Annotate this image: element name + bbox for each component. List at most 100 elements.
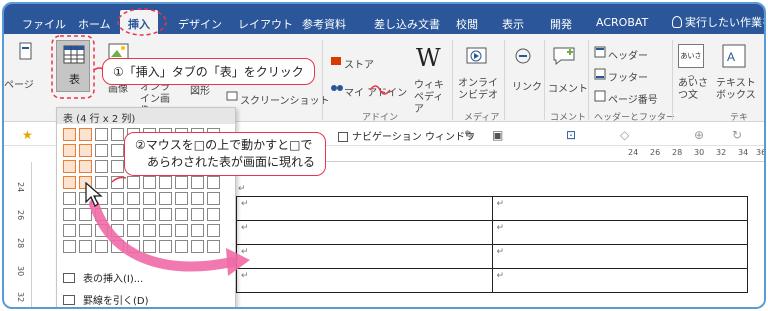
page-number-icon[interactable] — [594, 90, 606, 102]
tab-insert[interactable]: 挿入 — [120, 10, 158, 34]
tab-design[interactable]: デザイン — [178, 16, 222, 32]
tab-review[interactable]: 校閲 — [456, 16, 478, 32]
grid-cell[interactable] — [79, 144, 92, 157]
vertical-ruler[interactable]: 24 26 28 30 32 — [14, 162, 32, 307]
grid-cell[interactable] — [191, 176, 204, 189]
link-icon[interactable] — [514, 46, 532, 66]
grid-cell[interactable] — [79, 160, 92, 173]
grid-cell[interactable] — [191, 208, 204, 221]
comment-label[interactable]: コメント — [548, 80, 588, 95]
greeting-label[interactable]: あいさつ文 — [678, 78, 708, 102]
table-cell[interactable]: ↵ — [491, 196, 748, 221]
grid-cell[interactable] — [175, 208, 188, 221]
insert-table-menu-item[interactable]: 表の挿入(I)... — [63, 270, 143, 285]
table-cell[interactable]: ↵ — [491, 268, 748, 293]
wikipedia-icon[interactable]: W — [416, 44, 441, 72]
grid-cell[interactable] — [111, 128, 124, 141]
online-video-icon[interactable] — [466, 46, 488, 66]
tab-view[interactable]: 表示 — [502, 16, 524, 32]
grid-cell[interactable] — [143, 224, 156, 237]
grid-cell[interactable] — [63, 224, 76, 237]
grid-cell[interactable] — [143, 208, 156, 221]
grid-cell[interactable] — [63, 128, 76, 141]
navigation-checkbox[interactable] — [338, 132, 348, 142]
grid-cell[interactable] — [127, 208, 140, 221]
my-addins-icon[interactable] — [330, 82, 344, 94]
link-label[interactable]: リンク — [512, 78, 542, 93]
grid-cell[interactable] — [63, 208, 76, 221]
grid-cell[interactable] — [143, 192, 156, 205]
draw-table-menu-item[interactable]: 罫線を引く(D) — [63, 292, 149, 307]
grid-cell[interactable] — [79, 224, 92, 237]
grid-cell[interactable] — [175, 224, 188, 237]
my-addins-label[interactable]: マイ アドイン — [344, 84, 407, 99]
table-cell[interactable]: ↵ — [236, 268, 493, 293]
table-cell[interactable]: ↵ — [491, 220, 748, 245]
grid-cell[interactable] — [111, 240, 124, 253]
insert-object-icon[interactable]: ▣ — [492, 128, 503, 142]
grid-cell[interactable] — [207, 192, 220, 205]
tell-me-box[interactable]: 実行したい作業を — [672, 14, 764, 30]
page-icon[interactable] — [18, 42, 34, 62]
grid-cell[interactable] — [175, 176, 188, 189]
tab-mailings[interactable]: 差し込み文書 — [374, 16, 440, 32]
greeting-icon[interactable]: あいさつ — [678, 44, 704, 82]
grid-cell[interactable] — [191, 192, 204, 205]
grid-cell[interactable] — [95, 128, 108, 141]
page-button-label[interactable]: ページ — [4, 76, 34, 91]
grid-cell[interactable] — [175, 240, 188, 253]
textbox-icon[interactable]: A — [722, 44, 746, 68]
rotate-icon[interactable]: ↻ — [732, 128, 742, 142]
comment-icon[interactable] — [552, 46, 576, 66]
grid-cell[interactable] — [95, 160, 108, 173]
grid-cell[interactable] — [63, 240, 76, 253]
grid-cell[interactable] — [207, 208, 220, 221]
grid-cell[interactable] — [127, 192, 140, 205]
grid-cell[interactable] — [79, 240, 92, 253]
grid-cell[interactable] — [159, 176, 172, 189]
tab-developer[interactable]: 開発 — [550, 16, 572, 32]
grid-cell[interactable] — [95, 144, 108, 157]
grid-cell[interactable] — [127, 224, 140, 237]
grid-cell[interactable] — [191, 240, 204, 253]
grid-cell[interactable] — [143, 176, 156, 189]
grid-cell[interactable] — [63, 176, 76, 189]
table-cell[interactable]: ↵ — [236, 220, 493, 245]
grid-cell[interactable] — [207, 224, 220, 237]
star-icon[interactable]: ★ — [22, 128, 33, 142]
header-icon[interactable] — [594, 46, 606, 58]
table-cell[interactable]: ↵ — [236, 244, 493, 269]
grid-cell[interactable] — [175, 192, 188, 205]
align-icon[interactable]: ⊕ — [694, 128, 704, 142]
grid-cell[interactable] — [95, 240, 108, 253]
grid-cell[interactable] — [111, 208, 124, 221]
store-label[interactable]: ストア — [344, 56, 374, 71]
table-cell[interactable]: ↵ — [236, 196, 493, 221]
grid-cell[interactable] — [127, 240, 140, 253]
screenshot-label[interactable]: スクリーンショット — [240, 92, 330, 107]
tab-layout[interactable]: レイアウト — [238, 16, 293, 32]
grid-cell[interactable] — [111, 192, 124, 205]
grid-cell[interactable] — [111, 144, 124, 157]
table-cell[interactable]: ↵ — [491, 244, 748, 269]
document-page[interactable]: ↵ ↵ ↵ ↵ ↵ ↵ ↵ ↵ ↵ — [236, 162, 764, 307]
tab-references[interactable]: 参考資料 — [302, 16, 346, 32]
tab-acrobat[interactable]: ACROBAT — [596, 16, 648, 29]
inserted-table[interactable]: ↵ ↵ ↵ ↵ ↵ ↵ ↵ ↵ — [236, 196, 748, 293]
table-button[interactable]: 表 — [56, 40, 90, 92]
wand-icon[interactable]: ✎ — [464, 128, 474, 142]
grid-cell[interactable] — [159, 224, 172, 237]
grid-cell[interactable] — [63, 160, 76, 173]
grid-cell[interactable] — [63, 144, 76, 157]
grid-cell[interactable] — [191, 224, 204, 237]
grid-cell[interactable] — [207, 240, 220, 253]
fit-icon[interactable]: ⊡ — [566, 128, 576, 142]
grid-cell[interactable] — [111, 160, 124, 173]
store-icon[interactable] — [330, 54, 342, 66]
grid-cell[interactable] — [79, 208, 92, 221]
grid-cell[interactable] — [95, 224, 108, 237]
wikipedia-label[interactable]: ウィキペディア — [414, 80, 446, 116]
grid-cell[interactable] — [143, 240, 156, 253]
screenshot-icon[interactable] — [226, 90, 238, 102]
tab-home[interactable]: ホーム — [78, 16, 111, 32]
